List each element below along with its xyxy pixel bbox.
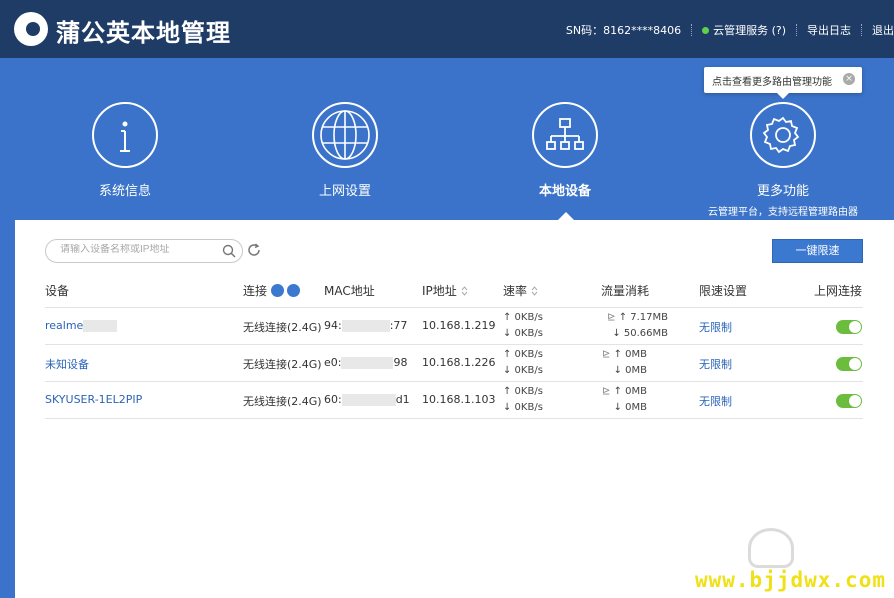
search-box — [45, 239, 243, 263]
rate-cell: ↑ 0KB/s ↓ 0KB/s — [503, 347, 543, 379]
divider — [45, 381, 863, 382]
wired-filter-icon[interactable] — [287, 284, 301, 297]
upload-traffic: ⊵ ↑ 0MB — [602, 386, 647, 397]
nav-local-devices[interactable]: 本地设备 — [485, 102, 645, 199]
header-connection-label: 连接 — [243, 284, 268, 298]
info-icon — [92, 102, 158, 168]
top-bar: 蒲公英本地管理 SN码：8162****8406 云管理服务 (?) 导出日志 … — [0, 0, 894, 58]
sn-code: SN码：8162****8406 — [565, 24, 682, 37]
dandelion-logo-icon — [14, 12, 48, 46]
divider — [45, 344, 863, 345]
rate-cell: ↑ 0KB/s ↓ 0KB/s — [503, 310, 543, 342]
nav-label: 更多功能 — [756, 184, 809, 199]
wifi-filter-icon[interactable] — [271, 284, 285, 297]
export-log-link[interactable]: 导出日志 — [807, 22, 851, 38]
download-traffic: ↓ 0MB — [613, 365, 647, 376]
upload-rate: ↑ 0KB/s — [503, 349, 543, 360]
connection-type: 无线连接(2.4G) — [243, 358, 322, 371]
header-connection[interactable]: 连接 — [243, 282, 301, 299]
device-name[interactable]: 未知设备 — [45, 356, 89, 372]
connection-type: 无线连接(2.4G) — [243, 321, 322, 334]
sort-icon — [531, 285, 538, 296]
traffic-cell[interactable]: ⊵ ↑ 0MB ↓ 0MB — [601, 384, 647, 416]
gear-icon — [750, 102, 816, 168]
upload-traffic: ⊵ ↑ 0MB — [602, 349, 647, 360]
header-mac: MAC地址 — [324, 284, 375, 298]
nav-label: 上网设置 — [318, 184, 371, 199]
traffic-chart-icon: ⊵ — [602, 349, 614, 360]
traffic-cell[interactable]: ⊵ ↑ 7.17MB ↓ 50.66MB — [601, 310, 668, 342]
ip-address: 10.168.1.219 — [422, 319, 496, 332]
upload-rate: ↑ 0KB/s — [503, 386, 543, 397]
device-name[interactable]: SKYUSER-1EL2PIP — [45, 393, 142, 406]
traffic-cell[interactable]: ⊵ ↑ 0MB ↓ 0MB — [601, 347, 647, 379]
more-features-tooltip: 点击查看更多路由管理功能 × — [704, 67, 862, 99]
mac-address: 94::77 — [324, 319, 408, 332]
top-nav: SN码：8162****8406 云管理服务 (?) 导出日志 退出 — [566, 22, 894, 38]
divider — [45, 307, 863, 308]
logout-link[interactable]: 退出 — [872, 22, 894, 38]
speed-limit-link[interactable]: 无限制 — [699, 319, 732, 335]
device-name[interactable]: realme — [45, 319, 118, 332]
one-click-limit-button[interactable]: 一键限速 — [772, 239, 863, 263]
connection-type: 无线连接(2.4G) — [243, 395, 322, 408]
header-online: 上网连接 — [814, 284, 863, 298]
header-device: 设备 — [45, 284, 70, 298]
download-traffic: ↓ 50.66MB — [612, 328, 668, 339]
divider — [796, 24, 797, 36]
cloud-service-link[interactable]: 云管理服务 (?) — [702, 22, 786, 38]
watermark-logo-icon — [748, 528, 794, 568]
search-icon[interactable] — [222, 244, 236, 258]
nav-label: 系统信息 — [98, 184, 151, 199]
search-input[interactable] — [60, 244, 210, 255]
header-rate[interactable]: 速率 — [503, 282, 538, 299]
nav-system-info[interactable]: 系统信息 — [45, 102, 205, 199]
header-ip-label: IP地址 — [422, 284, 457, 298]
divider — [45, 418, 863, 419]
nav-more-features[interactable]: 更多功能 云管理平台，支持远程管理路由器 — [703, 102, 863, 218]
header-ip[interactable]: IP地址 — [422, 282, 468, 299]
online-toggle[interactable] — [836, 357, 862, 371]
nav-network-settings[interactable]: 上网设置 — [265, 102, 425, 199]
upload-rate: ↑ 0KB/s — [503, 312, 543, 323]
nav-label: 本地设备 — [538, 184, 591, 199]
ip-address: 10.168.1.226 — [422, 356, 496, 369]
download-traffic: ↓ 0MB — [613, 402, 647, 413]
online-toggle[interactable] — [836, 320, 862, 334]
traffic-chart-icon: ⊵ — [602, 386, 614, 397]
download-rate: ↓ 0KB/s — [503, 402, 543, 413]
header-rate-label: 速率 — [503, 284, 528, 298]
rate-cell: ↑ 0KB/s ↓ 0KB/s — [503, 384, 543, 416]
download-rate: ↓ 0KB/s — [503, 365, 543, 376]
network-tree-icon — [532, 102, 598, 168]
tooltip-text: 点击查看更多路由管理功能 — [712, 77, 832, 88]
sort-icon — [461, 285, 468, 296]
refresh-icon[interactable] — [246, 242, 262, 258]
close-icon[interactable]: × — [843, 73, 855, 85]
globe-icon — [312, 102, 378, 168]
ip-address: 10.168.1.103 — [422, 393, 496, 406]
upload-traffic: ⊵ ↑ 7.17MB — [607, 312, 668, 323]
speed-limit-link[interactable]: 无限制 — [699, 356, 732, 372]
nav-sublabel: 云管理平台，支持远程管理路由器 — [708, 207, 858, 218]
speed-limit-link[interactable]: 无限制 — [699, 393, 732, 409]
divider — [861, 24, 862, 36]
watermark-brand: 路由器 — [803, 540, 876, 565]
online-toggle[interactable] — [836, 394, 862, 408]
mac-address: e0: 98 — [324, 356, 408, 369]
traffic-chart-icon: ⊵ — [607, 312, 619, 323]
header-traffic: 流量消耗 — [601, 284, 650, 298]
app-title: 蒲公英本地管理 — [56, 19, 231, 47]
header-limit: 限速设置 — [699, 284, 748, 298]
cloud-service-label: 云管理服务 (?) — [713, 24, 786, 37]
status-dot-icon — [702, 27, 710, 34]
divider — [691, 24, 693, 36]
watermark-url: www.bjjdwx.com — [694, 568, 886, 592]
mac-address: 60: d1 — [324, 393, 410, 406]
download-rate: ↓ 0KB/s — [503, 328, 543, 339]
